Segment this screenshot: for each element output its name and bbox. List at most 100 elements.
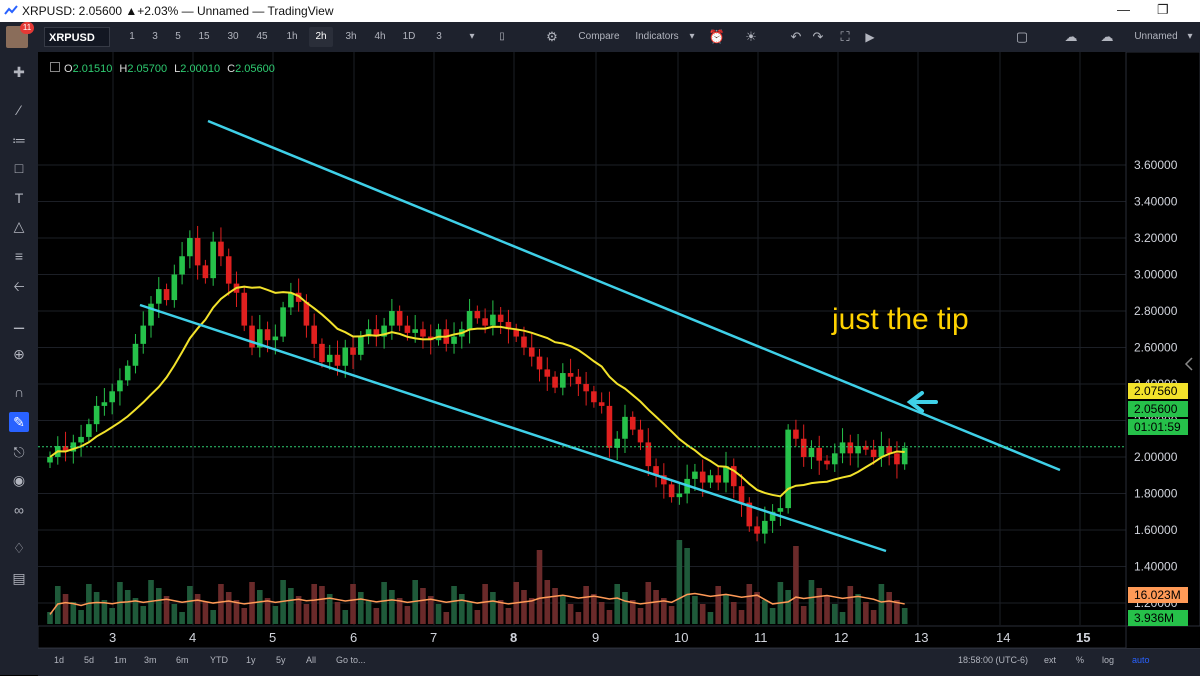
compare-button[interactable]: Compare: [574, 27, 624, 47]
interval-dropdown-icon[interactable]: ▾: [465, 27, 479, 47]
candle-body: [280, 307, 286, 337]
range-button[interactable]: YTD: [210, 655, 228, 665]
percent-toggle[interactable]: %: [1076, 655, 1084, 665]
range-button[interactable]: 3m: [144, 655, 157, 665]
interval-button[interactable]: 4h: [368, 27, 392, 47]
range-button[interactable]: 1m: [114, 655, 127, 665]
interval-button[interactable]: 15: [192, 27, 216, 47]
volume-bar: [699, 604, 706, 624]
cloud-save-icon[interactable]: ☁: [1060, 27, 1082, 47]
ruler-icon[interactable]: ⚊: [9, 314, 29, 334]
candle-body: [132, 343, 139, 366]
time-tick-label: 4: [189, 630, 196, 645]
replay-play-icon[interactable]: ▶: [860, 27, 880, 47]
trend-line-icon[interactable]: ⁄: [9, 100, 29, 120]
restore-icon[interactable]: ❐: [1157, 2, 1169, 18]
price-tick-label: 2.00000: [1134, 450, 1178, 464]
cloud-upload-icon[interactable]: ☁: [1096, 27, 1118, 47]
candle-body: [435, 329, 442, 341]
candle-body: [785, 429, 791, 509]
settings-gear-icon[interactable]: ⚙: [540, 27, 564, 47]
rectangle-icon[interactable]: □: [9, 158, 29, 178]
interval-button[interactable]: 5: [166, 27, 190, 47]
log-toggle[interactable]: log: [1102, 655, 1114, 665]
volume-bar: [373, 608, 380, 624]
candle-body: [528, 347, 535, 357]
eye-icon[interactable]: ◉: [9, 470, 29, 490]
interval-button[interactable]: 1D: [397, 27, 421, 47]
range-button[interactable]: 6m: [176, 655, 189, 665]
volume-bar: [668, 606, 675, 624]
candle-style-icon[interactable]: ▯: [490, 27, 514, 47]
last-price-label: 2.05600: [1134, 402, 1178, 416]
range-button[interactable]: 5y: [276, 655, 286, 665]
volume-bar: [365, 600, 372, 624]
candle-body: [109, 391, 115, 403]
volume-bar: [241, 608, 248, 624]
layout-square-icon[interactable]: ▢: [1012, 27, 1032, 47]
interval-button[interactable]: 45: [250, 27, 274, 47]
link-icon[interactable]: ∞: [9, 500, 29, 520]
alert-clock-icon[interactable]: ⏰: [706, 27, 728, 47]
candle-body: [124, 365, 131, 381]
volume-bar: [606, 610, 613, 624]
candle-body: [171, 274, 178, 301]
interval-button[interactable]: 1h: [280, 27, 304, 47]
interval-button[interactable]: 1: [120, 27, 144, 47]
time-tick-label: 12: [834, 630, 848, 645]
arrow-left-icon[interactable]: 🡠: [9, 276, 29, 296]
theme-bulb-icon[interactable]: ☀: [740, 27, 762, 47]
volume-bar: [288, 588, 294, 624]
indicators-dropdown-icon[interactable]: ▾: [686, 27, 698, 47]
ext-toggle[interactable]: ext: [1044, 655, 1056, 665]
candle-body: [762, 520, 768, 534]
indicators-button[interactable]: Indicators: [630, 27, 684, 47]
candle-body: [241, 292, 248, 326]
range-button[interactable]: 1y: [246, 655, 256, 665]
interval-button[interactable]: 2h: [309, 27, 333, 47]
redo-icon[interactable]: ↷: [808, 27, 828, 47]
range-button[interactable]: All: [306, 655, 316, 665]
range-button[interactable]: 1d: [54, 655, 64, 665]
zoom-in-icon[interactable]: ⊕: [9, 344, 29, 364]
candle-body: [692, 471, 698, 479]
auto-toggle[interactable]: auto: [1132, 655, 1150, 665]
interval-button[interactable]: 3: [427, 27, 451, 47]
layers-icon[interactable]: ♢: [9, 538, 29, 558]
layout-name-button[interactable]: Unnamed: [1128, 27, 1184, 47]
volume-bar: [800, 606, 807, 624]
interval-button[interactable]: 3: [143, 27, 167, 47]
volume-bar: [187, 586, 193, 624]
candle-body: [194, 238, 201, 266]
magnet-icon[interactable]: ∩: [9, 382, 29, 402]
volume-bar: [676, 540, 683, 624]
time-tick-label: 10: [674, 630, 688, 645]
legend-toggle-icon[interactable]: [50, 62, 60, 72]
range-button[interactable]: 5d: [84, 655, 94, 665]
candle-body: [47, 457, 53, 463]
price-chart[interactable]: 3.60000 3.40000 3.20000 3.00000 2.80000 2.600…: [38, 52, 1200, 675]
undo-icon[interactable]: ↶: [786, 27, 806, 47]
symbol-search-input[interactable]: XRPUSD: [44, 27, 110, 47]
lock-icon[interactable]: ⎋: [9, 442, 29, 462]
pattern-icon[interactable]: △: [9, 216, 29, 236]
candle-body: [264, 329, 271, 341]
clock-label[interactable]: 18:58:00 (UTC-6): [958, 655, 1028, 665]
pitchfork-icon[interactable]: ≔: [9, 130, 29, 150]
goto-button[interactable]: Go to...: [336, 655, 366, 665]
fullscreen-icon[interactable]: ⛶: [834, 27, 856, 47]
stay-in-drawing-mode-icon[interactable]: ✎: [9, 412, 29, 432]
candle-body: [699, 471, 706, 483]
chart-annotation-text[interactable]: just the tip: [832, 303, 969, 337]
trash-icon[interactable]: ▤: [9, 568, 29, 588]
volume-bar: [171, 604, 178, 624]
candle-body: [272, 336, 279, 341]
volume-bar: [901, 608, 908, 624]
layout-dropdown-icon[interactable]: ▾: [1184, 27, 1196, 47]
text-icon[interactable]: T: [9, 188, 29, 208]
interval-button[interactable]: 3h: [339, 27, 363, 47]
prediction-icon[interactable]: ≡: [9, 246, 29, 266]
minimize-icon[interactable]: —: [1117, 2, 1130, 17]
interval-button[interactable]: 30: [221, 27, 245, 47]
crosshair-icon[interactable]: ✚: [9, 62, 29, 82]
